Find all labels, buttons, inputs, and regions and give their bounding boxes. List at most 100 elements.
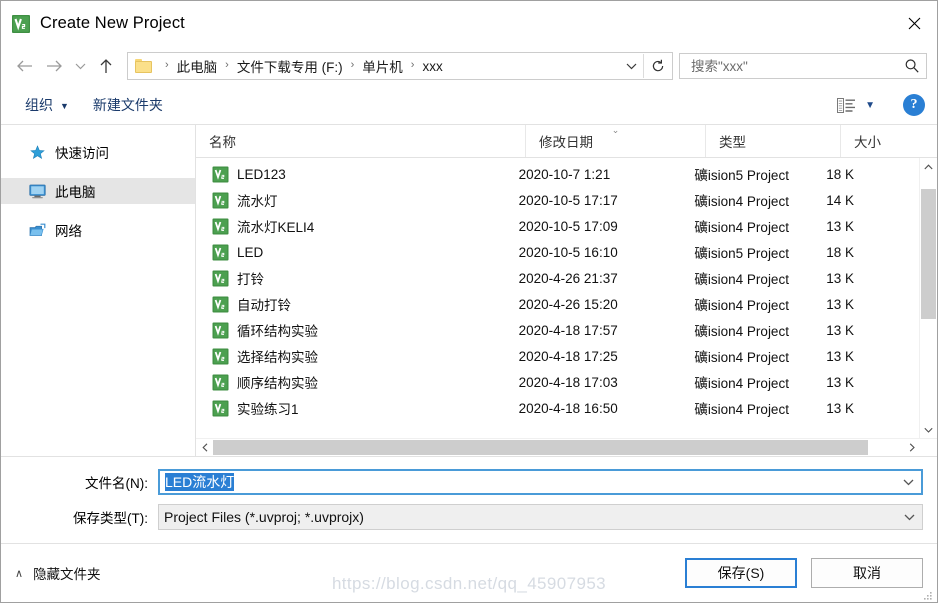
close-button[interactable] xyxy=(891,1,937,46)
table-row[interactable]: 顺序结构实验 2020-4-18 17:03 礦ision4 Project 1… xyxy=(196,369,919,395)
file-name-cell: 实验练习1 xyxy=(196,398,519,418)
chevron-down-icon[interactable] xyxy=(895,478,921,486)
breadcrumb-item-3[interactable]: xxx xyxy=(421,59,443,74)
column-header-label: 修改日期 xyxy=(539,135,593,150)
refresh-icon[interactable] xyxy=(644,52,672,80)
sidebar-item-this-pc[interactable]: 此电脑 xyxy=(1,178,195,204)
file-date: 2020-4-26 21:37 xyxy=(518,270,618,286)
breadcrumb-item-0[interactable]: 此电脑 xyxy=(176,56,219,76)
sidebar-item-network[interactable]: 网络 xyxy=(1,217,195,243)
vertical-scroll-thumb[interactable] xyxy=(921,189,936,319)
file-name: 循环结构实验 xyxy=(237,324,318,339)
table-row[interactable]: LED123 2020-10-7 1:21 礦ision5 Project 18… xyxy=(196,161,919,187)
breadcrumb-dropdown-icon[interactable] xyxy=(619,62,643,70)
filename-input[interactable]: LED流水灯 xyxy=(160,472,895,492)
search-box[interactable] xyxy=(679,53,927,79)
cancel-button[interactable]: 取消 xyxy=(811,558,923,588)
file-date: 2020-10-5 17:09 xyxy=(518,218,618,234)
resize-grip[interactable] xyxy=(923,589,933,600)
back-icon[interactable] xyxy=(9,51,39,81)
recent-locations-icon[interactable] xyxy=(69,51,91,81)
vertical-scroll-track[interactable] xyxy=(920,175,937,421)
hide-folders-label: 隐藏文件夹 xyxy=(33,567,101,582)
hide-folders-toggle[interactable]: ∧ 隐藏文件夹 xyxy=(15,563,101,583)
navigation-sidebar: 快速访问 此电脑 网络 xyxy=(1,125,196,456)
chevron-down-icon[interactable] xyxy=(896,513,922,521)
filename-combobox[interactable]: LED流水灯 xyxy=(158,469,923,495)
sidebar-item-quick-access[interactable]: 快速访问 xyxy=(1,139,195,165)
breadcrumb-separator: › xyxy=(165,59,169,71)
help-button[interactable]: ? xyxy=(903,94,925,116)
horizontal-scroll-thumb[interactable] xyxy=(213,440,868,455)
file-pane: 名称 ⌄ 修改日期 类型 大小 LED123 2020-10-7 1:21 礦i… xyxy=(196,125,937,456)
filetype-label: 保存类型(T): xyxy=(73,511,148,526)
table-row[interactable]: 循环结构实验 2020-4-18 17:57 礦ision4 Project 1… xyxy=(196,317,919,343)
scroll-left-icon[interactable] xyxy=(196,439,213,456)
horizontal-scrollbar[interactable] xyxy=(196,438,937,456)
horizontal-scroll-track[interactable] xyxy=(213,439,903,456)
save-button[interactable]: 保存(S) xyxy=(685,558,797,588)
file-name: 流水灯KELI4 xyxy=(237,220,315,235)
file-name-cell: 选择结构实验 xyxy=(196,346,519,366)
column-header-type[interactable]: 类型 xyxy=(706,125,841,157)
uvision-file-icon xyxy=(212,400,229,417)
window-title: Create New Project xyxy=(40,14,185,32)
table-row[interactable]: 选择结构实验 2020-4-18 17:25 礦ision4 Project 1… xyxy=(196,343,919,369)
file-size: 13 K xyxy=(826,270,855,286)
filename-value: LED流水灯 xyxy=(165,473,235,491)
table-row[interactable]: LED 2020-10-5 16:10 礦ision5 Project 18 K xyxy=(196,239,919,265)
file-name-cell: 流水灯 xyxy=(196,190,519,210)
keil-uvision-icon xyxy=(11,14,31,34)
table-row[interactable]: 实验练习1 2020-4-18 16:50 礦ision4 Project 13… xyxy=(196,395,919,421)
organize-label: 组织 xyxy=(25,97,53,113)
filetype-row: 保存类型(T): Project Files (*.uvproj; *.uvpr… xyxy=(15,504,923,530)
uvision-file-icon xyxy=(212,348,229,365)
scroll-down-icon[interactable] xyxy=(920,421,937,438)
table-row[interactable]: 自动打铃 2020-4-26 15:20 礦ision4 Project 13 … xyxy=(196,291,919,317)
title-bar: Create New Project xyxy=(1,1,937,46)
file-name-cell: LED xyxy=(196,244,519,261)
column-header-row: 名称 ⌄ 修改日期 类型 大小 xyxy=(196,125,937,158)
chevron-down-icon[interactable]: ▼ xyxy=(865,100,875,111)
forward-icon[interactable] xyxy=(39,51,69,81)
file-name: 打铃 xyxy=(237,272,264,287)
file-date: 2020-4-26 15:20 xyxy=(518,296,618,312)
search-icon[interactable] xyxy=(904,58,920,74)
command-bar: 组织 ▼ 新建文件夹 ▼ ? xyxy=(1,86,937,125)
search-input[interactable] xyxy=(689,57,904,75)
organize-button[interactable]: 组织 ▼ xyxy=(19,91,75,119)
file-date: 2020-10-5 16:10 xyxy=(518,244,618,260)
file-name: 选择结构实验 xyxy=(237,350,318,365)
breadcrumb[interactable]: › 此电脑 › 文件下载专用 (F:) › 单片机 › xxx xyxy=(127,52,673,80)
sidebar-item-label: 快速访问 xyxy=(55,146,109,161)
table-row[interactable]: 流水灯 2020-10-5 17:17 礦ision4 Project 14 K xyxy=(196,187,919,213)
file-name-cell: 流水灯KELI4 xyxy=(196,216,519,236)
file-name-cell: 自动打铃 xyxy=(196,294,519,314)
computer-icon xyxy=(29,184,46,199)
file-type: 礦ision4 Project xyxy=(694,272,789,287)
table-row[interactable]: 流水灯KELI4 2020-10-5 17:09 礦ision4 Project… xyxy=(196,213,919,239)
new-folder-button[interactable]: 新建文件夹 xyxy=(87,91,169,119)
column-header-name[interactable]: 名称 xyxy=(196,125,526,157)
uvision-file-icon xyxy=(212,374,229,391)
breadcrumb-item-2[interactable]: 单片机 xyxy=(361,56,404,76)
file-size: 13 K xyxy=(826,400,855,416)
save-label: 保存(S) xyxy=(717,565,765,581)
breadcrumb-item-1[interactable]: 文件下载专用 (F:) xyxy=(236,56,344,76)
uvision-file-icon xyxy=(212,296,229,313)
list-view-icon[interactable]: ▼ xyxy=(837,97,875,113)
column-header-label: 大小 xyxy=(854,135,881,150)
uvision-file-icon xyxy=(212,192,229,209)
file-size: 13 K xyxy=(826,322,855,338)
scroll-up-icon[interactable] xyxy=(920,158,937,175)
dialog-footer: ∧ 隐藏文件夹 保存(S) 取消 https://blog.csdn.net/q… xyxy=(1,543,937,602)
up-icon[interactable] xyxy=(91,51,121,81)
filetype-combobox[interactable]: Project Files (*.uvproj; *.uvprojx) xyxy=(158,504,923,530)
column-header-size[interactable]: 大小 xyxy=(841,125,936,157)
file-name: 顺序结构实验 xyxy=(237,376,318,391)
table-row[interactable]: 打铃 2020-4-26 21:37 礦ision4 Project 13 K xyxy=(196,265,919,291)
file-name-cell: 打铃 xyxy=(196,268,519,288)
column-header-date[interactable]: ⌄ 修改日期 xyxy=(526,125,706,157)
vertical-scrollbar[interactable] xyxy=(919,158,937,438)
scroll-right-icon[interactable] xyxy=(903,439,920,456)
